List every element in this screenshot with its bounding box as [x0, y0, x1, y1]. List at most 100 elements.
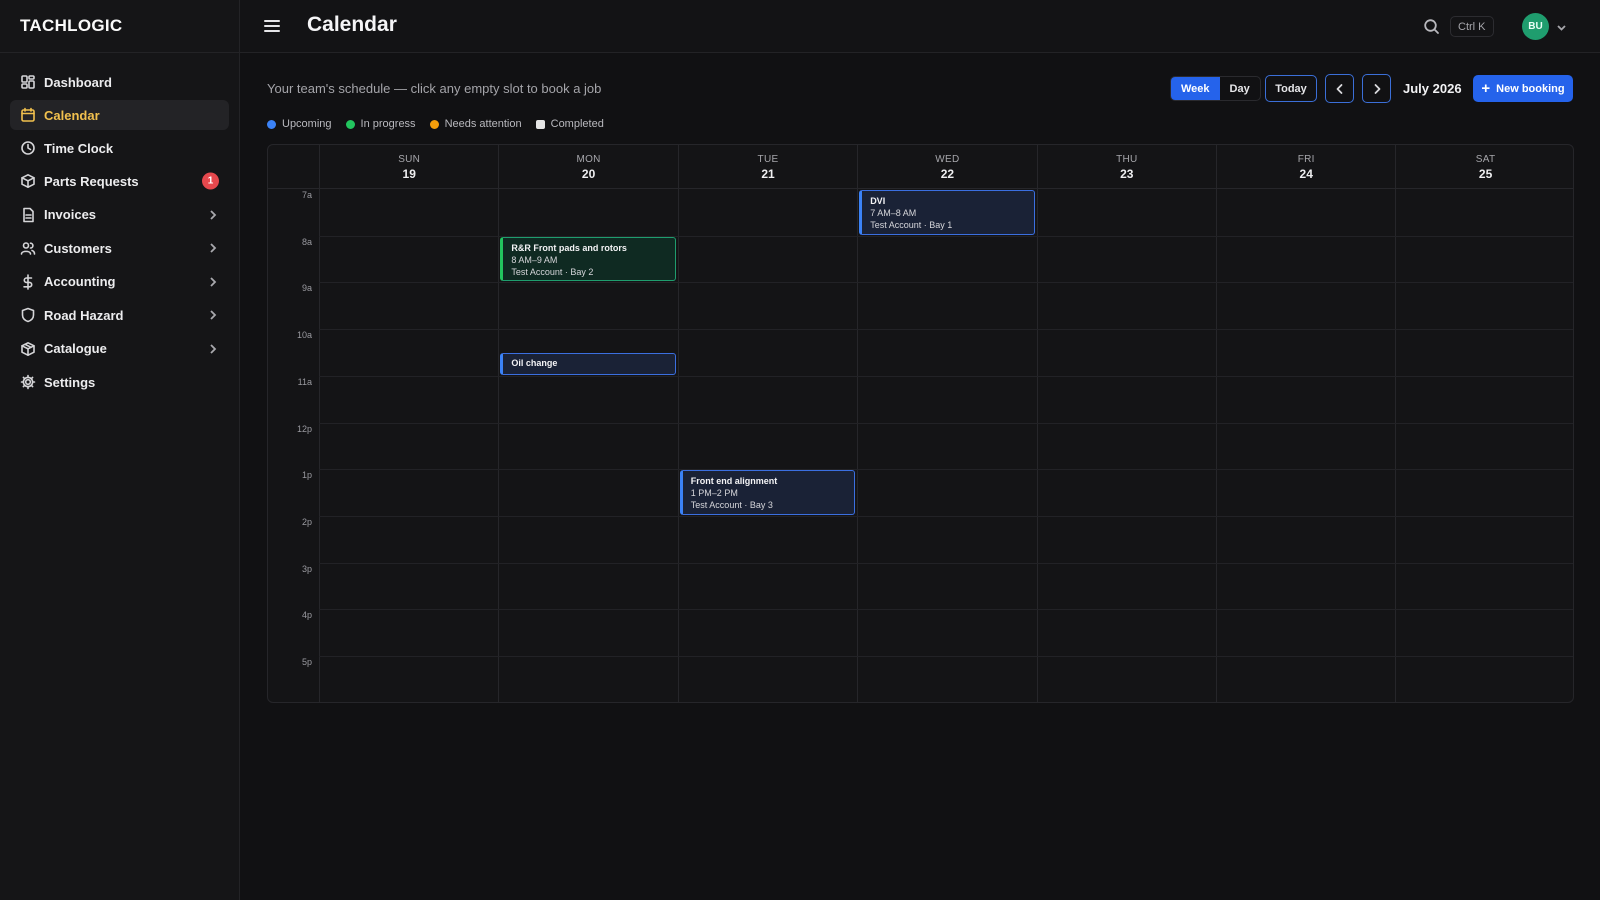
- calendar-event[interactable]: R&R Front pads and rotors 8 AM–9 AM Test A…: [500, 236, 676, 282]
- sidebar-item-customers[interactable]: Customers: [10, 233, 229, 263]
- day-header-thu[interactable]: THU 23: [1036, 145, 1216, 189]
- calendar-event[interactable]: DVI 7 AM–8 AM Test Account · Bay 1: [859, 190, 1035, 235]
- time-slot[interactable]: [1217, 237, 1395, 283]
- time-slot[interactable]: [1038, 283, 1216, 329]
- time-slot[interactable]: [499, 610, 677, 656]
- time-slot[interactable]: [858, 657, 1036, 702]
- time-slot[interactable]: [1396, 470, 1573, 516]
- time-slot[interactable]: [499, 517, 677, 563]
- time-slot[interactable]: [1396, 330, 1573, 376]
- time-slot[interactable]: [679, 610, 857, 656]
- sidebar-item-invoices[interactable]: Invoices: [10, 200, 229, 230]
- time-slot[interactable]: [1038, 424, 1216, 470]
- today-button[interactable]: Today: [1265, 75, 1317, 102]
- time-slot[interactable]: [858, 237, 1036, 283]
- day-header-sat[interactable]: SAT 25: [1395, 145, 1573, 189]
- time-slot[interactable]: [320, 237, 498, 283]
- time-slot[interactable]: [1396, 190, 1573, 236]
- time-slot[interactable]: [679, 657, 857, 702]
- search-shortcut-hint[interactable]: Ctrl K: [1450, 16, 1494, 37]
- time-slot[interactable]: [858, 564, 1036, 610]
- time-slot[interactable]: [320, 330, 498, 376]
- day-header-fri[interactable]: FRI 24: [1216, 145, 1395, 189]
- time-slot[interactable]: [499, 283, 677, 329]
- time-slot[interactable]: [858, 330, 1036, 376]
- time-slot[interactable]: [1217, 610, 1395, 656]
- time-slot[interactable]: [1038, 657, 1216, 702]
- time-slot[interactable]: [1038, 564, 1216, 610]
- time-slot[interactable]: [499, 470, 677, 516]
- time-slot[interactable]: [320, 517, 498, 563]
- sidebar-item-calendar[interactable]: Calendar: [10, 100, 229, 130]
- calendar-event[interactable]: Front end alignment 1 PM–2 PM Test Account…: [679, 470, 856, 515]
- time-slot[interactable]: [1217, 564, 1395, 610]
- time-slot[interactable]: [679, 517, 857, 563]
- calendar-event[interactable]: Oil change: [500, 353, 676, 375]
- time-slot[interactable]: [499, 424, 677, 470]
- time-slot[interactable]: [1217, 377, 1395, 423]
- view-day-button[interactable]: Day: [1220, 77, 1260, 100]
- view-week-button[interactable]: Week: [1171, 77, 1220, 100]
- time-slot[interactable]: [1038, 470, 1216, 516]
- time-slot[interactable]: [1396, 283, 1573, 329]
- time-slot[interactable]: [858, 283, 1036, 329]
- time-slot[interactable]: [1396, 424, 1573, 470]
- time-slot[interactable]: [499, 657, 677, 702]
- sidebar-item-settings[interactable]: Settings: [10, 367, 229, 397]
- time-slot[interactable]: [858, 610, 1036, 656]
- sidebar-item-dashboard[interactable]: Dashboard: [10, 67, 229, 97]
- time-slot[interactable]: [1038, 610, 1216, 656]
- time-slot[interactable]: [1217, 657, 1395, 702]
- sidebar-item-accounting[interactable]: Accounting: [10, 267, 229, 297]
- time-slot[interactable]: [499, 377, 677, 423]
- time-slot[interactable]: [1038, 237, 1216, 283]
- sidebar-item-road-hazard[interactable]: Road Hazard: [10, 300, 229, 330]
- time-slot[interactable]: [1038, 330, 1216, 376]
- time-slot[interactable]: [499, 564, 677, 610]
- menu-toggle-button[interactable]: [262, 16, 282, 36]
- search-icon[interactable]: [1423, 18, 1440, 35]
- time-slot[interactable]: [1217, 470, 1395, 516]
- time-slot[interactable]: [679, 330, 857, 376]
- time-slot[interactable]: [679, 424, 857, 470]
- day-header-tue[interactable]: TUE 21: [677, 145, 857, 189]
- sidebar-item-parts-requests[interactable]: Parts Requests 1: [10, 166, 229, 196]
- time-slot[interactable]: [320, 470, 498, 516]
- time-slot[interactable]: [679, 237, 857, 283]
- time-slot[interactable]: [1396, 237, 1573, 283]
- time-slot[interactable]: [1038, 190, 1216, 236]
- prev-week-button[interactable]: [1325, 74, 1354, 103]
- time-slot[interactable]: [1217, 330, 1395, 376]
- chevron-down-icon[interactable]: [1556, 21, 1567, 32]
- avatar[interactable]: BU: [1522, 13, 1549, 40]
- sidebar-item-catalogue[interactable]: Catalogue: [10, 334, 229, 364]
- time-slot[interactable]: [1396, 377, 1573, 423]
- time-slot[interactable]: [1217, 190, 1395, 236]
- day-header-wed[interactable]: WED 22: [857, 145, 1036, 189]
- time-slot[interactable]: [320, 283, 498, 329]
- time-slot[interactable]: [679, 377, 857, 423]
- time-slot[interactable]: [679, 283, 857, 329]
- time-slot[interactable]: [1396, 610, 1573, 656]
- day-header-sun[interactable]: SUN 19: [319, 145, 498, 189]
- time-slot[interactable]: [679, 564, 857, 610]
- time-slot[interactable]: [1217, 517, 1395, 563]
- next-week-button[interactable]: [1362, 74, 1391, 103]
- time-slot[interactable]: [320, 424, 498, 470]
- new-booking-button[interactable]: + New booking: [1473, 75, 1573, 102]
- time-slot[interactable]: [320, 610, 498, 656]
- time-slot[interactable]: [858, 424, 1036, 470]
- time-slot[interactable]: [1038, 517, 1216, 563]
- time-slot[interactable]: [1217, 283, 1395, 329]
- time-slot[interactable]: [858, 377, 1036, 423]
- time-slot[interactable]: [320, 377, 498, 423]
- time-slot[interactable]: [1396, 657, 1573, 702]
- day-header-mon[interactable]: MON 20: [498, 145, 677, 189]
- sidebar-item-time-clock[interactable]: Time Clock: [10, 133, 229, 163]
- time-slot[interactable]: [679, 190, 857, 236]
- brand-logo[interactable]: TACHLOGIC: [0, 0, 239, 53]
- time-slot[interactable]: [499, 190, 677, 236]
- time-slot[interactable]: [858, 470, 1036, 516]
- time-slot[interactable]: [320, 564, 498, 610]
- time-slot[interactable]: [858, 517, 1036, 563]
